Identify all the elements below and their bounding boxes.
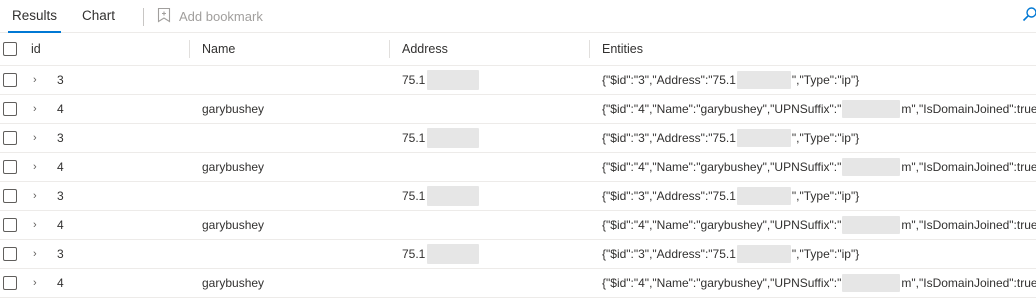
table-row[interactable]: › 3 75.1 {"$id":"3","Address":"75.1 ","T…	[0, 66, 1036, 95]
cell-entities: {"$id":"4","Name":"garybushey","UPNSuffi…	[602, 211, 1036, 239]
table-row[interactable]: › 4 garybushey {"$id":"4","Name":"garybu…	[0, 269, 1036, 298]
cell-entities-text-start: {"$id":"4","Name":"garybushey","UPNSuffi…	[602, 102, 842, 116]
cell-entities: {"$id":"3","Address":"75.1 ","Type":"ip"…	[602, 182, 859, 210]
cell-name: garybushey	[202, 102, 265, 116]
chevron-right-icon[interactable]: ›	[33, 269, 37, 297]
cell-entities-text-start: {"$id":"3","Address":"75.1	[602, 189, 736, 203]
cell-entities-text-start: {"$id":"4","Name":"garybushey","UPNSuffi…	[602, 218, 842, 232]
cell-entities: {"$id":"4","Name":"garybushey","UPNSuffi…	[602, 153, 1036, 181]
toolbar-divider	[143, 8, 144, 26]
column-resize-handle[interactable]	[389, 40, 390, 58]
tab-results[interactable]: Results	[7, 0, 62, 33]
cell-id: 4	[57, 218, 64, 232]
add-bookmark-button[interactable]: Add bookmark	[157, 0, 263, 32]
cell-entities: {"$id":"4","Name":"garybushey","UPNSuffi…	[602, 95, 1036, 123]
cell-entities-text-end: ","Type":"ip"}	[791, 247, 860, 261]
row-checkbox[interactable]	[3, 124, 17, 152]
cell-entities-text-end: ","Type":"ip"}	[791, 73, 860, 87]
cell-id: 4	[57, 160, 64, 174]
cell-entities: {"$id":"3","Address":"75.1 ","Type":"ip"…	[602, 124, 859, 152]
cell-address-text: 75.1	[402, 247, 426, 261]
row-checkbox[interactable]	[3, 153, 17, 181]
cell-name: garybushey	[202, 218, 265, 232]
cell-id: 3	[57, 247, 64, 261]
chevron-right-icon[interactable]: ›	[33, 182, 37, 210]
cell-address: 75.1	[402, 240, 480, 268]
redacted-block	[427, 128, 480, 148]
row-checkbox[interactable]	[3, 211, 17, 239]
table-header: id Name Address Entities	[0, 33, 1036, 66]
cell-entities-text-end: m","IsDomainJoined":true,"	[901, 160, 1036, 174]
table-row[interactable]: › 4 garybushey {"$id":"4","Name":"garybu…	[0, 211, 1036, 240]
table-row[interactable]: › 3 75.1 {"$id":"3","Address":"75.1 ","T…	[0, 124, 1036, 153]
redacted-block	[736, 187, 791, 205]
header-id[interactable]: id	[31, 33, 41, 65]
cell-address-text: 75.1	[402, 73, 426, 87]
cell-address-text: 75.1	[402, 131, 426, 145]
redacted-block	[842, 216, 901, 234]
bookmark-icon	[157, 7, 179, 26]
cell-address: 75.1	[402, 124, 480, 152]
cell-address: 75.1	[402, 182, 480, 210]
cell-entities: {"$id":"3","Address":"75.1 ","Type":"ip"…	[602, 240, 859, 268]
chevron-right-icon[interactable]: ›	[33, 66, 37, 94]
cell-entities-text-start: {"$id":"3","Address":"75.1	[602, 73, 736, 87]
redacted-block	[736, 129, 791, 147]
cell-entities-text-end: ","Type":"ip"}	[791, 189, 860, 203]
redacted-block	[842, 100, 901, 118]
row-checkbox[interactable]	[3, 240, 17, 268]
chevron-right-icon[interactable]: ›	[33, 95, 37, 123]
cell-id: 3	[57, 189, 64, 203]
cell-entities: {"$id":"3","Address":"75.1 ","Type":"ip"…	[602, 66, 859, 94]
results-toolbar: Results Chart Add bookmark	[0, 0, 1036, 33]
row-checkbox[interactable]	[3, 182, 17, 210]
results-grid: id Name Address Entities › 3 75.1 {"$id"…	[0, 33, 1036, 298]
chevron-right-icon[interactable]: ›	[33, 153, 37, 181]
cell-id: 4	[57, 102, 64, 116]
cell-id: 3	[57, 131, 64, 145]
select-all-checkbox[interactable]	[3, 33, 17, 65]
redacted-block	[427, 186, 480, 206]
cell-entities-text-start: {"$id":"3","Address":"75.1	[602, 247, 736, 261]
chevron-right-icon[interactable]: ›	[33, 240, 37, 268]
cell-entities: {"$id":"4","Name":"garybushey","UPNSuffi…	[602, 269, 1036, 297]
cell-name: garybushey	[202, 276, 265, 290]
chevron-right-icon[interactable]: ›	[33, 124, 37, 152]
cell-address: 75.1	[402, 66, 480, 94]
redacted-block	[842, 158, 901, 176]
cell-id: 3	[57, 73, 64, 87]
cell-name: garybushey	[202, 160, 265, 174]
tab-chart[interactable]: Chart	[82, 0, 115, 32]
row-checkbox[interactable]	[3, 66, 17, 94]
search-icon[interactable]	[1022, 6, 1036, 25]
redacted-block	[736, 71, 791, 89]
column-resize-handle[interactable]	[589, 40, 590, 58]
redacted-block	[842, 274, 901, 292]
header-entities[interactable]: Entities	[602, 33, 643, 65]
cell-entities-text-start: {"$id":"3","Address":"75.1	[602, 131, 736, 145]
header-name[interactable]: Name	[202, 33, 235, 65]
row-checkbox[interactable]	[3, 269, 17, 297]
cell-entities-text-end: m","IsDomainJoined":true,"	[901, 218, 1036, 232]
header-address[interactable]: Address	[402, 33, 448, 65]
redacted-block	[736, 245, 791, 263]
chevron-right-icon[interactable]: ›	[33, 211, 37, 239]
cell-entities-text-end: ","Type":"ip"}	[791, 131, 860, 145]
redacted-block	[427, 244, 480, 264]
add-bookmark-label: Add bookmark	[179, 8, 263, 24]
table-row[interactable]: › 4 garybushey {"$id":"4","Name":"garybu…	[0, 95, 1036, 124]
table-row[interactable]: › 4 garybushey {"$id":"4","Name":"garybu…	[0, 153, 1036, 182]
column-resize-handle[interactable]	[189, 40, 190, 58]
table-row[interactable]: › 3 75.1 {"$id":"3","Address":"75.1 ","T…	[0, 182, 1036, 211]
redacted-block	[427, 70, 480, 90]
cell-id: 4	[57, 276, 64, 290]
table-body: › 3 75.1 {"$id":"3","Address":"75.1 ","T…	[0, 66, 1036, 298]
cell-address-text: 75.1	[402, 189, 426, 203]
row-checkbox[interactable]	[3, 95, 17, 123]
cell-entities-text-start: {"$id":"4","Name":"garybushey","UPNSuffi…	[602, 160, 842, 174]
table-row[interactable]: › 3 75.1 {"$id":"3","Address":"75.1 ","T…	[0, 240, 1036, 269]
cell-entities-text-end: m","IsDomainJoined":true,"	[901, 102, 1036, 116]
